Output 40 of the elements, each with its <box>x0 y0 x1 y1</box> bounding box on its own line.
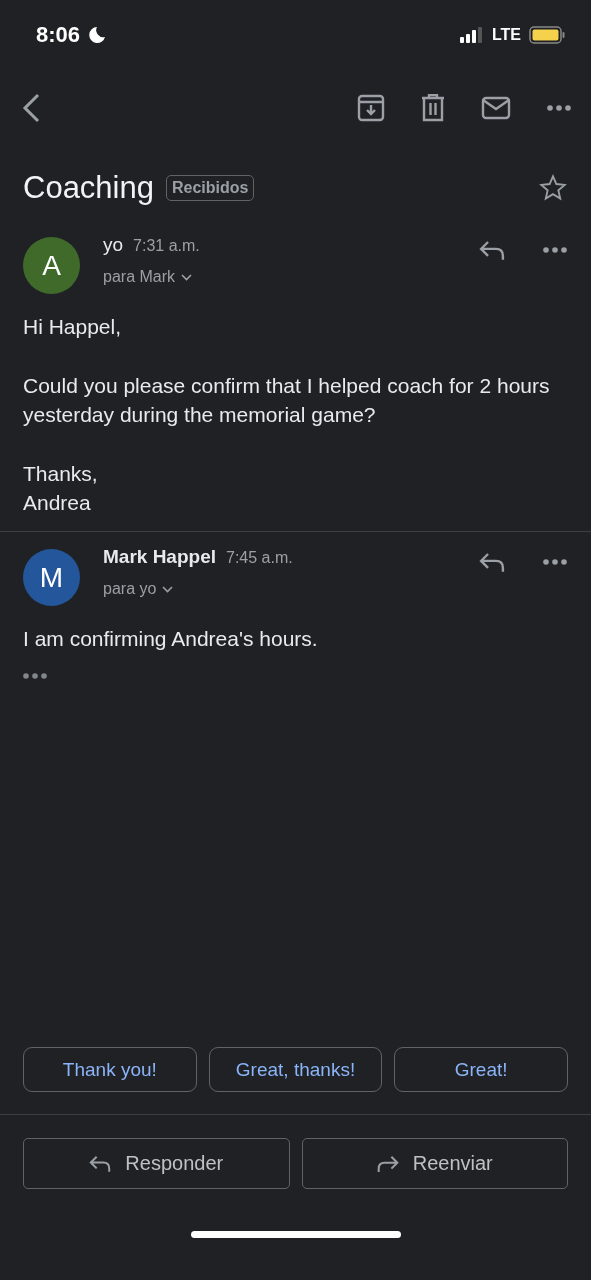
recipients-toggle[interactable]: para Mark <box>103 268 479 286</box>
forward-button[interactable]: Reenviar <box>301 1138 568 1189</box>
show-quoted-icon[interactable] <box>23 673 47 679</box>
sender-avatar: A <box>23 237 80 294</box>
chevron-down-icon <box>162 585 174 593</box>
mail-button[interactable] <box>481 96 511 120</box>
inbox-label: Recibidos <box>166 175 255 201</box>
star-button[interactable] <box>539 174 567 202</box>
reply-all-button[interactable]: Responder <box>23 1138 290 1189</box>
signal-icon <box>459 27 484 43</box>
message-paragraph: Could you please confirm that I helped coach for 2 hours yesterday during the memorial game? <box>23 373 551 428</box>
moon-icon <box>88 26 107 44</box>
reply-icon <box>479 240 505 261</box>
message-time: 7:45 a.m. <box>226 549 293 567</box>
delete-button[interactable] <box>421 94 445 122</box>
battery-icon <box>529 26 565 44</box>
smart-reply-chip[interactable]: Great! <box>394 1047 568 1092</box>
more-icon[interactable] <box>543 247 567 254</box>
reply-button[interactable] <box>479 240 505 261</box>
reply-icon <box>479 552 505 573</box>
sender-name: yo <box>103 234 124 256</box>
more-icon[interactable] <box>547 105 571 111</box>
archive-button[interactable] <box>357 94 385 122</box>
network-type: LTE <box>491 26 521 44</box>
forward-icon <box>376 1154 399 1173</box>
message-paragraph: I am confirming Andrea's hours. <box>23 626 319 652</box>
chevron-down-icon <box>181 273 193 281</box>
message-time: 7:31 a.m. <box>133 237 200 255</box>
sender-name: Mark Happel <box>103 546 216 568</box>
message-paragraph: Thanks, Andrea <box>23 461 99 516</box>
smart-reply-chip[interactable]: Great, thanks! <box>208 1047 383 1092</box>
sender-avatar: M <box>23 549 80 606</box>
message-paragraph: Hi Happel, <box>23 314 123 340</box>
reply-button[interactable] <box>479 552 505 573</box>
status-time: 8:06 <box>36 22 81 48</box>
recipients-toggle[interactable]: para yo <box>103 580 479 598</box>
smart-reply-chip[interactable]: Thank you! <box>23 1047 197 1092</box>
reply-icon <box>89 1154 112 1173</box>
more-icon[interactable] <box>543 559 567 566</box>
email-subject: Coaching <box>23 170 154 206</box>
